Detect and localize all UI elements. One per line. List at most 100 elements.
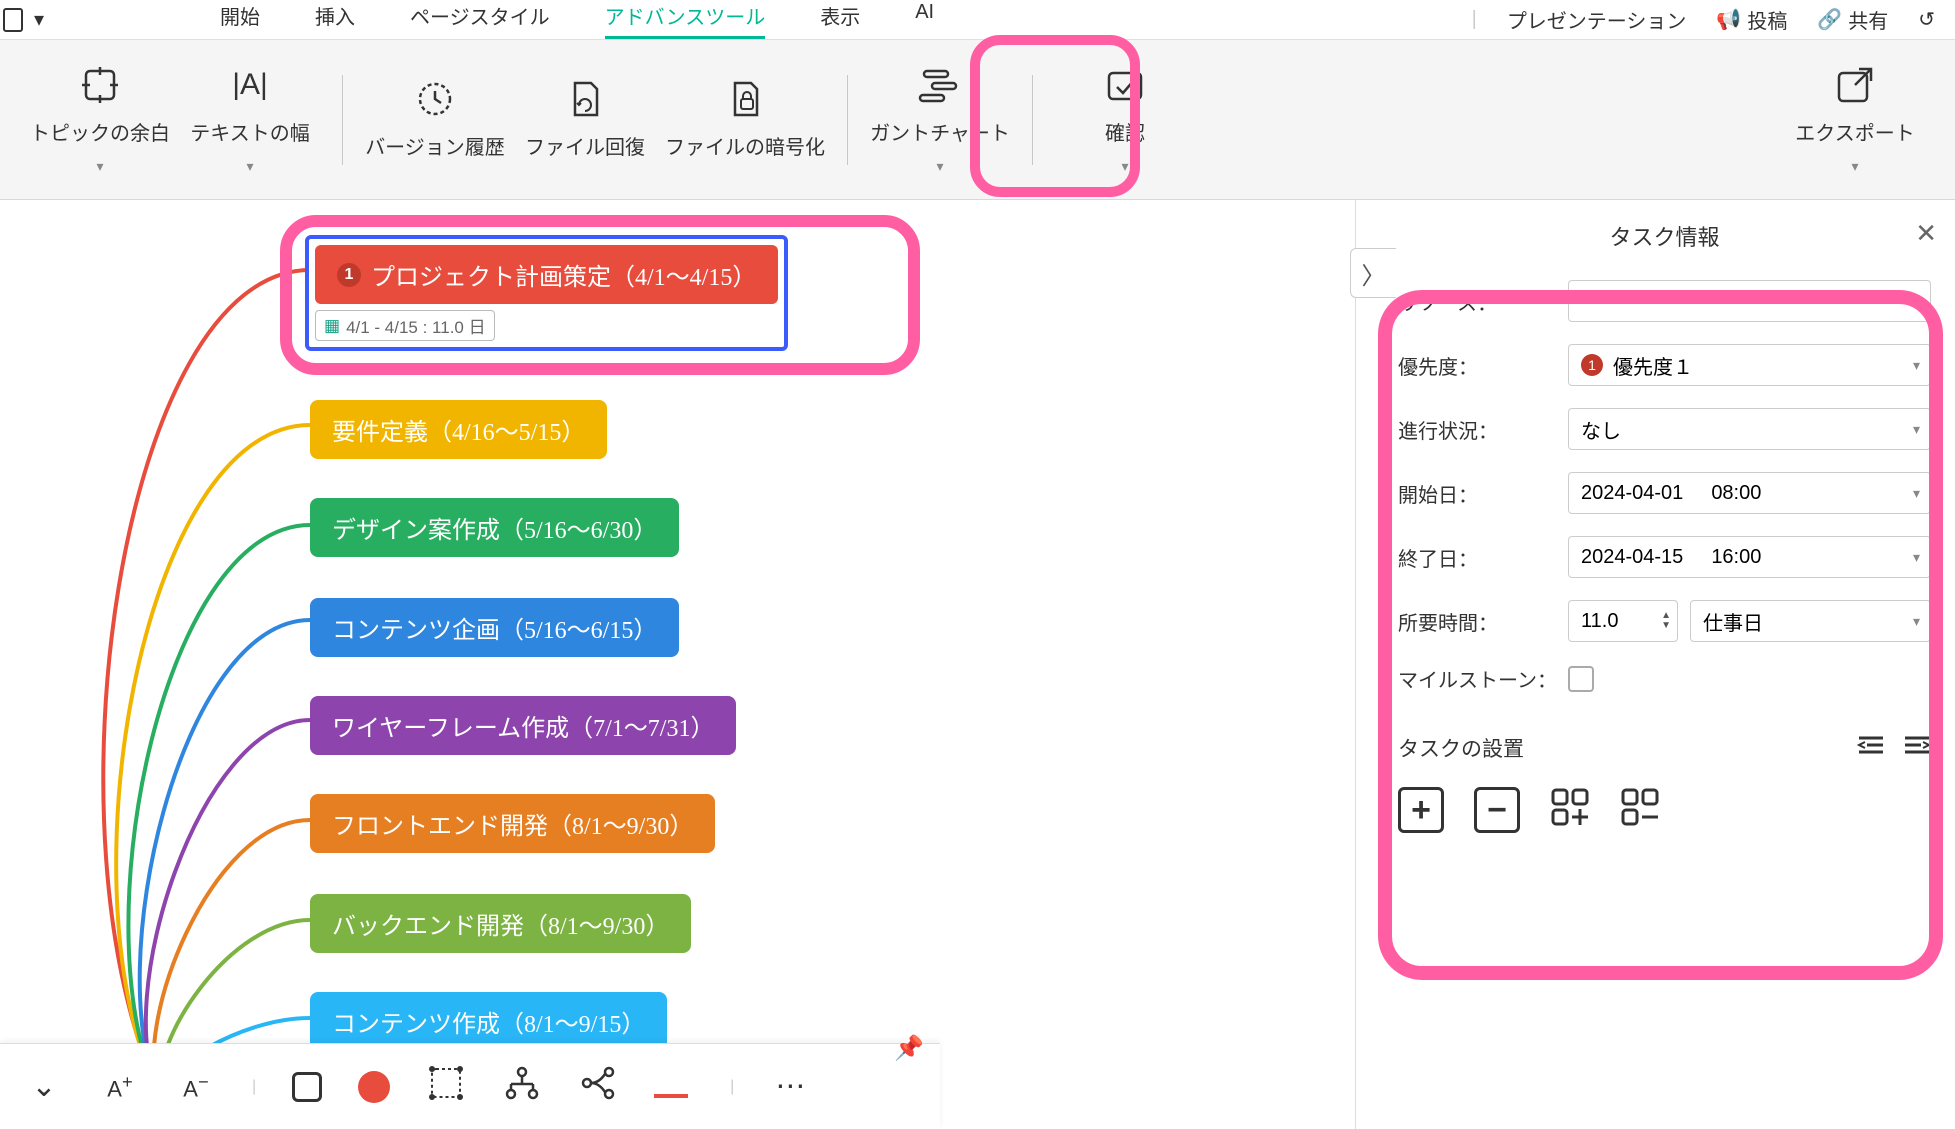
presentation-button[interactable]: プレゼンテーション	[1507, 5, 1687, 34]
chevron-down-icon: ▾	[246, 158, 253, 175]
mindmap-node[interactable]: 要件定義（4/16～5/15）	[310, 400, 607, 459]
lock-icon	[725, 79, 765, 119]
resource-label: リソース：	[1398, 287, 1568, 316]
end-date-label: 終了日：	[1398, 543, 1568, 572]
duration-unit-select[interactable]: 仕事日	[1690, 600, 1931, 642]
menu-view[interactable]: 表示	[820, 1, 860, 39]
menu-advanced[interactable]: アドバンスツール	[605, 1, 766, 39]
export-tool[interactable]: エクスポート ▾	[1785, 60, 1925, 180]
start-date-input[interactable]: 2024-04-01 08:00	[1568, 472, 1931, 514]
confirm-tool[interactable]: 確認 ▾	[1055, 60, 1195, 180]
grid-remove-button[interactable]	[1620, 787, 1660, 836]
menu-start[interactable]: 開始	[220, 1, 260, 39]
duration-label: 所要時間：	[1398, 607, 1568, 636]
mindmap-node[interactable]: ワイヤーフレーム作成（7/1～7/31）	[310, 696, 736, 755]
node-label: デザイン案作成（5/16～6/30）	[332, 510, 657, 545]
top-menubar: ▾ 開始 挿入 ページスタイル アドバンスツール 表示 AI | プレゼンテーシ…	[0, 0, 1955, 40]
add-task-button[interactable]: +	[1398, 787, 1444, 833]
font-increase-button[interactable]: A+	[100, 1071, 140, 1102]
file-encrypt-tool[interactable]: ファイルの暗号化	[665, 60, 825, 180]
more-button[interactable]: ⋯	[770, 1069, 810, 1104]
pin-icon[interactable]: 📌	[894, 1034, 924, 1063]
mindmap-node-selected[interactable]: 1 プロジェクト計画策定（4/1～4/15） ▦ 4/1 - 4/15 : 11…	[305, 235, 788, 351]
milestone-label: マイルストーン：	[1398, 664, 1568, 693]
chevron-down-icon[interactable]: ⌄	[24, 1069, 64, 1104]
time-value: 16:00	[1711, 546, 1761, 569]
mindmap-node[interactable]: コンテンツ企画（5/16～6/15）	[310, 598, 679, 657]
node-label: コンテンツ作成（8/1～9/15）	[332, 1004, 645, 1039]
gantt-chart-tool[interactable]: ガントチャート ▾	[870, 60, 1010, 180]
menu-insert[interactable]: 挿入	[315, 1, 355, 39]
menu-ai[interactable]: AI	[915, 1, 934, 39]
resource-input[interactable]	[1568, 280, 1931, 322]
tree-button[interactable]	[502, 1066, 542, 1108]
file-dropdown[interactable]: ▾	[0, 6, 44, 34]
spinner-arrows-icon[interactable]: ▲▼	[1661, 611, 1671, 631]
node-label: 要件定義（4/16～5/15）	[332, 412, 585, 447]
topic-margin-tool[interactable]: トピックの余白 ▾	[30, 60, 170, 180]
remove-task-button[interactable]: −	[1474, 787, 1520, 833]
milestone-checkbox[interactable]	[1568, 666, 1594, 692]
close-panel-button[interactable]: ✕	[1915, 218, 1937, 249]
progress-select[interactable]: なし	[1568, 408, 1931, 450]
chevron-down-icon: ▾	[1851, 158, 1858, 175]
font-decrease-button[interactable]: A−	[176, 1071, 216, 1102]
text-width-tool[interactable]: |A| テキストの幅 ▾	[180, 60, 320, 180]
select-value: なし	[1581, 415, 1621, 444]
color-fill-button[interactable]	[358, 1071, 390, 1103]
file-recovery-tool[interactable]: ファイル回復	[515, 60, 655, 180]
chevron-down-icon: ▾	[1121, 158, 1128, 175]
grid-add-button[interactable]	[1550, 787, 1590, 836]
node-label: バックエンド開発（8/1～9/30）	[332, 906, 669, 941]
plus-icon: +	[1411, 791, 1431, 830]
separator	[342, 75, 343, 165]
line-color-button[interactable]	[654, 1076, 694, 1098]
check-icon	[1105, 65, 1145, 105]
page-icon	[0, 6, 28, 34]
ribbon-toolbar: トピックの余白 ▾ |A| テキストの幅 ▾ バージョン履歴 ファイル回復 ファ…	[0, 40, 1955, 200]
tool-label: テキストの幅	[190, 117, 309, 146]
indent-right-icon[interactable]	[1903, 734, 1931, 763]
mindmap-node[interactable]: デザイン案作成（5/16～6/30）	[310, 498, 679, 557]
indent-left-icon[interactable]	[1857, 734, 1885, 763]
end-date-input[interactable]: 2024-04-15 16:00	[1568, 536, 1931, 578]
divider-icon: |	[1472, 8, 1477, 31]
number-value: 11.0	[1581, 610, 1618, 633]
tool-label: ガントチャート	[870, 117, 1010, 146]
priority-badge-icon: 1	[1581, 354, 1603, 376]
version-history-tool[interactable]: バージョン履歴	[365, 60, 505, 180]
mindmap-node[interactable]: バックエンド開発（8/1～9/30）	[310, 894, 691, 953]
date-value: 2024-04-01	[1581, 482, 1683, 505]
post-button[interactable]: 📢投稿	[1716, 5, 1787, 34]
node-label: ワイヤーフレーム作成（7/1～7/31）	[332, 708, 714, 743]
megaphone-icon: 📢	[1716, 7, 1741, 32]
history-icon[interactable]: ↺	[1918, 7, 1935, 32]
collapse-panel-button[interactable]: 〉	[1350, 248, 1396, 298]
chevron-down-icon: ▾	[96, 158, 103, 175]
chevron-right-icon: 〉	[1362, 256, 1386, 291]
time-value: 08:00	[1711, 482, 1761, 505]
task-placement-label: タスクの設置	[1398, 733, 1524, 763]
border-button[interactable]	[426, 1066, 466, 1108]
shape-square-button[interactable]	[292, 1072, 322, 1102]
date-value: 2024-04-15	[1581, 546, 1683, 569]
select-value: 優先度１	[1613, 351, 1693, 380]
text-width-icon: |A|	[232, 65, 268, 105]
menu-pagestyle[interactable]: ページスタイル	[410, 1, 550, 39]
priority-select[interactable]: 1 優先度１	[1568, 344, 1931, 386]
export-icon	[1835, 65, 1875, 105]
format-toolbar: ⌄ A+ A− | | ⋯ 📌	[0, 1043, 940, 1129]
mindmap-node[interactable]: フロントエンド開発（8/1～9/30）	[310, 794, 715, 853]
branch-button[interactable]	[578, 1066, 618, 1108]
share-button[interactable]: 🔗共有	[1817, 5, 1888, 34]
gantt-icon	[918, 65, 962, 105]
calendar-icon: ▦	[324, 316, 340, 336]
tool-label: ファイルの暗号化	[665, 131, 825, 160]
priority-label: 優先度：	[1398, 351, 1568, 380]
tool-label: ファイル回復	[525, 131, 645, 160]
close-icon: ✕	[1915, 218, 1937, 248]
select-value: 仕事日	[1703, 607, 1763, 636]
date-chip: ▦ 4/1 - 4/15 : 11.0 日	[315, 310, 495, 341]
node-label: フロントエンド開発（8/1～9/30）	[332, 806, 693, 841]
duration-stepper[interactable]: 11.0 ▲▼	[1568, 600, 1678, 642]
